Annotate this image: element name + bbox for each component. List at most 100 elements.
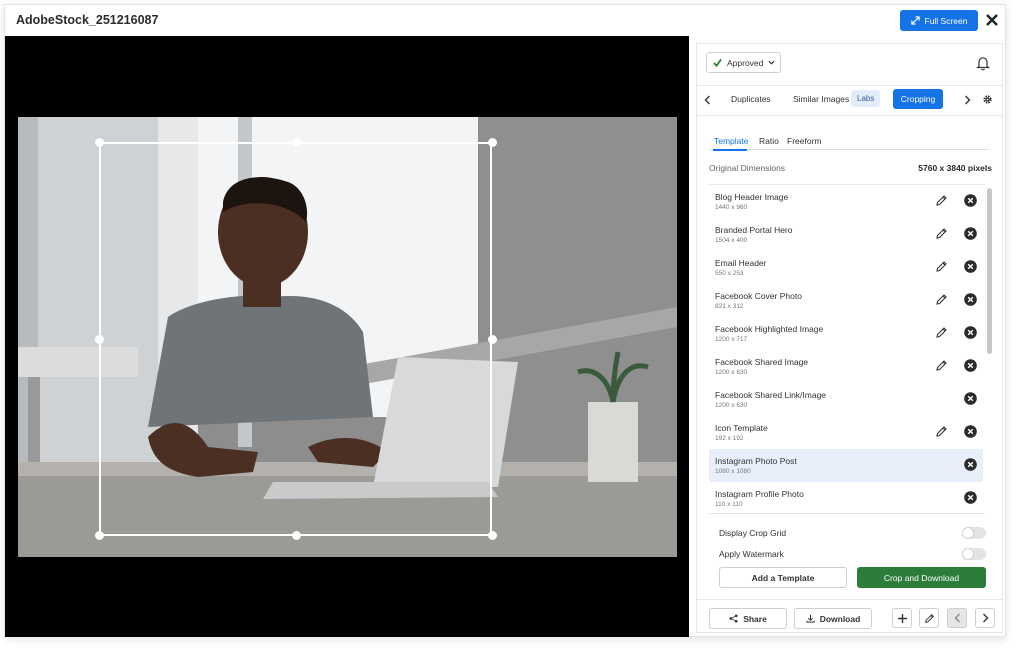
active-tab-indicator <box>713 149 747 151</box>
template-row[interactable]: Branded Portal Hero 1504 x 400 <box>709 218 983 251</box>
asset-title: AdobeStock_251216087 <box>16 13 159 27</box>
pencil-icon[interactable] <box>935 425 948 438</box>
template-row[interactable]: Blog Header Image 1440 x 960 <box>709 185 983 218</box>
crop-handle-bottom-left[interactable] <box>95 531 104 540</box>
template-row-selected[interactable]: Instagram Photo Post 1080 x 1080 <box>709 449 983 482</box>
next-asset-button[interactable] <box>975 608 995 628</box>
template-name: Icon Template <box>715 423 768 433</box>
download-icon <box>806 614 815 623</box>
tab-cropping[interactable]: Cropping <box>893 89 943 109</box>
full-screen-button[interactable]: Full Screen <box>900 10 978 31</box>
tab-duplicates[interactable]: Duplicates <box>731 94 771 104</box>
remove-icon[interactable] <box>964 227 977 240</box>
pencil-icon[interactable] <box>935 194 948 207</box>
crop-panel: Approved Duplicates Similar Images Labs … <box>696 43 1003 633</box>
template-size: 110 x 110 <box>715 501 743 508</box>
image-viewer <box>5 36 689 637</box>
template-name: Facebook Shared Image <box>715 357 809 367</box>
template-size: 550 x 253 <box>715 270 744 277</box>
remove-icon[interactable] <box>964 194 977 207</box>
approval-status-dropdown[interactable]: Approved <box>706 52 781 73</box>
chevron-left-icon[interactable] <box>704 95 711 105</box>
watermark-toggle[interactable] <box>962 548 986 560</box>
asset-preview-window: AdobeStock_251216087 Full Screen Approve… <box>4 4 1006 637</box>
chevron-left-icon <box>954 613 960 623</box>
crop-mode-tabs: Template Ratio Freeform <box>709 124 989 151</box>
crop-handle-right[interactable] <box>488 335 497 344</box>
crop-handle-bottom-right[interactable] <box>488 531 497 540</box>
template-size: 1440 x 960 <box>715 204 748 211</box>
pencil-icon[interactable] <box>935 359 948 372</box>
bell-icon[interactable] <box>976 55 990 71</box>
download-button[interactable]: Download <box>794 608 872 629</box>
add-button[interactable] <box>892 608 912 628</box>
crop-handle-top-left[interactable] <box>95 138 104 147</box>
subtab-freeform[interactable]: Freeform <box>787 136 821 146</box>
pencil-icon[interactable] <box>935 326 948 339</box>
template-list: Blog Header Image 1440 x 960 Branded Por… <box>709 184 992 515</box>
crop-grid-toggle[interactable] <box>962 527 986 539</box>
subtab-ratio[interactable]: Ratio <box>759 136 779 146</box>
template-row[interactable]: Facebook Shared Link/Image 1200 x 630 <box>709 383 983 416</box>
crop-grid-label: Display Crop Grid <box>719 528 787 538</box>
template-row[interactable]: Instagram Profile Photo 110 x 110 <box>709 482 983 515</box>
remove-icon[interactable] <box>964 260 977 273</box>
remove-icon[interactable] <box>964 458 977 471</box>
original-dimensions-value: 5760 x 3840 pixels <box>918 163 992 173</box>
template-name: Instagram Profile Photo <box>715 489 804 499</box>
previous-asset-button[interactable] <box>947 608 967 628</box>
template-row[interactable]: Email Header 550 x 253 <box>709 251 983 284</box>
template-name: Instagram Photo Post <box>715 456 797 466</box>
template-row[interactable]: Icon Template 192 x 192 <box>709 416 983 449</box>
remove-icon[interactable] <box>964 359 977 372</box>
template-row[interactable]: Facebook Shared Image 1200 x 630 <box>709 350 983 383</box>
crop-handle-bottom[interactable] <box>292 531 301 540</box>
crop-selection-box[interactable] <box>95 138 497 540</box>
remove-icon[interactable] <box>964 293 977 306</box>
remove-icon[interactable] <box>964 392 977 405</box>
crop-handle-top-right[interactable] <box>488 138 497 147</box>
panel-divider <box>697 599 1002 600</box>
crop-and-download-button[interactable]: Crop and Download <box>857 567 986 588</box>
template-size: 1200 x 630 <box>715 369 748 376</box>
add-template-button[interactable]: Add a Template <box>719 567 847 588</box>
remove-icon[interactable] <box>964 425 977 438</box>
title-bar: AdobeStock_251216087 Full Screen <box>5 5 1005 36</box>
plus-icon <box>897 613 907 623</box>
chevron-right-icon[interactable] <box>964 95 971 105</box>
checkmark-icon <box>713 58 722 67</box>
template-size: 1200 x 717 <box>715 336 748 343</box>
template-list-scrollbar[interactable] <box>987 188 992 354</box>
remove-icon[interactable] <box>964 326 977 339</box>
pencil-icon[interactable] <box>935 293 948 306</box>
watermark-label: Apply Watermark <box>719 549 784 559</box>
share-button[interactable]: Share <box>709 608 787 629</box>
template-size: 1080 x 1080 <box>715 468 751 475</box>
expand-icon <box>910 16 920 25</box>
panel-tab-bar: Duplicates Similar Images Labs Cropping <box>697 85 1002 115</box>
subtab-template[interactable]: Template <box>714 136 749 146</box>
template-size: 1504 x 400 <box>715 237 748 244</box>
template-size: 192 x 192 <box>715 435 744 442</box>
labs-badge: Labs <box>851 90 881 107</box>
remove-icon[interactable] <box>964 491 977 504</box>
template-name: Email Header <box>715 258 767 268</box>
template-name: Facebook Cover Photo <box>715 291 802 301</box>
edit-button[interactable] <box>919 608 939 628</box>
gear-icon[interactable] <box>982 94 993 105</box>
template-row[interactable]: Facebook Cover Photo 821 x 312 <box>709 284 983 317</box>
close-icon[interactable] <box>983 10 1001 30</box>
download-label: Download <box>819 613 861 624</box>
pencil-icon[interactable] <box>935 260 948 273</box>
pencil-icon[interactable] <box>935 227 948 240</box>
crop-handle-top[interactable] <box>292 138 301 147</box>
crop-handle-left[interactable] <box>95 335 104 344</box>
full-screen-label: Full Screen <box>924 15 968 26</box>
panel-divider <box>697 115 1002 116</box>
share-icon <box>729 614 738 623</box>
template-name: Facebook Shared Link/Image <box>715 390 827 400</box>
template-name: Facebook Highlighted Image <box>715 324 824 334</box>
tab-similar-images[interactable]: Similar Images <box>793 94 849 104</box>
template-name: Branded Portal Hero <box>715 225 793 235</box>
template-row[interactable]: Facebook Highlighted Image 1200 x 717 <box>709 317 983 350</box>
